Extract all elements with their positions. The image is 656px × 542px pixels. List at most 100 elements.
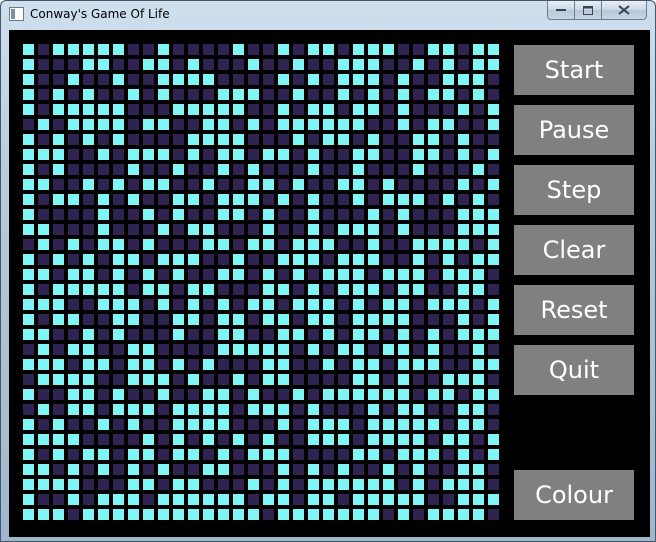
cell-dead[interactable] [53,329,64,340]
cell-dead[interactable] [158,194,169,205]
cell-alive[interactable] [383,479,394,490]
cell-alive[interactable] [428,359,439,370]
cell-alive[interactable] [23,509,34,520]
cell-dead[interactable] [443,104,454,115]
cell-dead[interactable] [263,89,274,100]
cell-alive[interactable] [473,494,484,505]
cell-dead[interactable] [143,419,154,430]
cell-alive[interactable] [113,404,124,415]
cell-alive[interactable] [353,449,364,460]
cell-dead[interactable] [263,389,274,400]
cell-alive[interactable] [83,254,94,265]
cell-dead[interactable] [413,374,424,385]
cell-dead[interactable] [338,449,349,460]
cell-alive[interactable] [458,314,469,325]
cell-alive[interactable] [473,479,484,490]
cell-dead[interactable] [98,329,109,340]
cell-alive[interactable] [173,314,184,325]
cell-dead[interactable] [158,134,169,145]
cell-alive[interactable] [353,374,364,385]
cell-alive[interactable] [233,104,244,115]
cell-dead[interactable] [383,509,394,520]
cell-dead[interactable] [383,449,394,460]
cell-dead[interactable] [323,464,334,475]
cell-dead[interactable] [263,254,274,265]
cell-dead[interactable] [233,404,244,415]
cell-alive[interactable] [98,299,109,310]
cell-dead[interactable] [263,479,274,490]
cell-alive[interactable] [308,479,319,490]
cell-alive[interactable] [428,239,439,250]
cell-alive[interactable] [428,344,439,355]
cell-dead[interactable] [158,269,169,280]
cell-alive[interactable] [173,494,184,505]
cell-dead[interactable] [278,209,289,220]
cell-alive[interactable] [458,449,469,460]
cell-dead[interactable] [53,179,64,190]
cell-dead[interactable] [233,119,244,130]
cell-dead[interactable] [53,269,64,280]
cell-dead[interactable] [248,314,259,325]
cell-alive[interactable] [398,224,409,235]
minimize-button[interactable] [547,1,575,20]
cell-alive[interactable] [353,224,364,235]
cell-alive[interactable] [68,464,79,475]
cell-alive[interactable] [338,179,349,190]
cell-dead[interactable] [473,299,484,310]
cell-dead[interactable] [293,284,304,295]
cell-alive[interactable] [23,74,34,85]
cell-dead[interactable] [173,44,184,55]
cell-dead[interactable] [203,329,214,340]
cell-dead[interactable] [278,89,289,100]
cell-alive[interactable] [338,464,349,475]
cell-alive[interactable] [248,479,259,490]
cell-dead[interactable] [428,164,439,175]
cell-alive[interactable] [353,299,364,310]
cell-dead[interactable] [383,74,394,85]
cell-alive[interactable] [368,149,379,160]
cell-dead[interactable] [113,479,124,490]
cell-dead[interactable] [143,329,154,340]
cell-dead[interactable] [173,119,184,130]
cell-alive[interactable] [308,404,319,415]
cell-alive[interactable] [248,389,259,400]
cell-alive[interactable] [278,344,289,355]
cell-alive[interactable] [338,344,349,355]
cell-alive[interactable] [248,509,259,520]
cell-dead[interactable] [488,344,499,355]
cell-dead[interactable] [383,359,394,370]
cell-dead[interactable] [83,434,94,445]
cell-dead[interactable] [248,494,259,505]
cell-dead[interactable] [383,59,394,70]
cell-dead[interactable] [413,209,424,220]
cell-alive[interactable] [488,359,499,370]
cell-alive[interactable] [308,44,319,55]
cell-alive[interactable] [368,494,379,505]
cell-alive[interactable] [218,344,229,355]
cell-alive[interactable] [83,344,94,355]
cell-dead[interactable] [473,134,484,145]
cell-dead[interactable] [173,374,184,385]
cell-dead[interactable] [218,179,229,190]
cell-alive[interactable] [128,479,139,490]
cell-alive[interactable] [473,344,484,355]
cell-alive[interactable] [368,314,379,325]
cell-alive[interactable] [158,509,169,520]
cell-alive[interactable] [143,179,154,190]
cell-dead[interactable] [23,344,34,355]
cell-alive[interactable] [83,374,94,385]
cell-dead[interactable] [83,464,94,475]
cell-dead[interactable] [368,164,379,175]
cell-dead[interactable] [443,284,454,295]
cell-alive[interactable] [338,389,349,400]
cell-dead[interactable] [188,164,199,175]
cell-alive[interactable] [188,59,199,70]
cell-alive[interactable] [158,494,169,505]
cell-dead[interactable] [368,194,379,205]
cell-dead[interactable] [233,479,244,490]
cell-alive[interactable] [413,269,424,280]
cell-dead[interactable] [473,239,484,250]
cell-dead[interactable] [413,224,424,235]
cell-dead[interactable] [428,179,439,190]
cell-alive[interactable] [443,119,454,130]
